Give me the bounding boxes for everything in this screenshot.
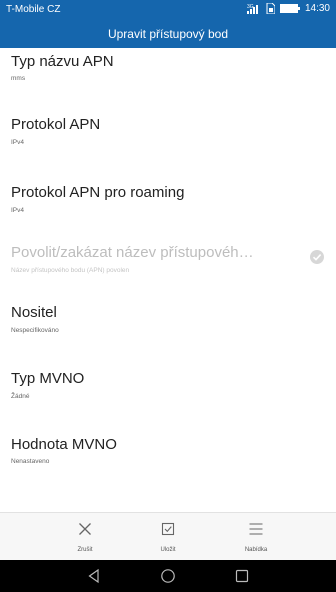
battery-icon [279,4,300,13]
list-item-mvno-value[interactable]: Hodnota MVNO Nenastaveno [0,398,336,465]
list-item-apn-roaming-protocol[interactable]: Protokol APN pro roaming IPv4 [0,151,336,214]
save-label: Uložit [160,547,176,553]
navigation-bar [0,560,336,592]
item-title: Protokol APN [11,116,101,133]
carrier-name: T-Mobile CZ [6,4,61,15]
clock: 14:30 [304,3,330,14]
item-value: mms [11,75,26,82]
cancel-label: Zrušit [77,547,93,553]
bottom-action-bar: Zrušit Uložit Nabídka [0,512,336,561]
signal-icon: 3G [246,4,258,14]
item-title: Protokol APN pro roaming [11,184,185,201]
item-title: Povolit/zakázat název přístupovéh… [11,244,254,261]
recents-icon[interactable] [234,568,250,584]
list-item-mvno-type[interactable]: Typ MVNO Žádné [0,343,336,400]
home-icon[interactable] [160,568,176,584]
list-item-apn-protocol[interactable]: Protokol APN IPv4 [0,96,336,151]
menu-button[interactable]: Nabídka [211,513,301,561]
menu-icon [249,523,263,535]
menu-label: Nabídka [244,547,268,553]
save-button[interactable]: Uložit [123,513,213,561]
item-title: Nositel [11,304,57,321]
cancel-button[interactable]: Zrušit [40,513,130,561]
item-value: Nespecifikováno [11,327,59,334]
item-value: IPv4 [11,139,25,146]
item-value: IPv4 [11,207,25,214]
page-title: Upravit přístupový bod [0,20,336,48]
item-title: Typ názvu APN [11,53,114,70]
back-icon[interactable] [86,568,102,584]
svg-text:3G: 3G [247,4,254,10]
list-item-apn-type[interactable]: Typ názvu APN mms [0,48,336,96]
apn-settings-list: Typ názvu APN mms Protokol APN IPv4 Prot… [0,48,336,512]
item-value: Název přístupového bodu (APN) povolen [11,267,130,274]
list-item-apn-enable: Povolit/zakázat název přístupovéh… Název… [0,233,336,288]
close-icon [79,523,91,535]
item-title: Hodnota MVNO [11,436,117,453]
status-bar: T-Mobile CZ 3G 14:30 [0,0,336,20]
item-title: Typ MVNO [11,370,85,387]
sim-icon [266,3,275,14]
checkbox-checked-icon [310,250,324,264]
list-item-bearer[interactable]: Nositel Nespecifikováno [0,288,336,343]
save-check-icon [161,522,175,536]
item-value: Nenastaveno [11,458,50,465]
